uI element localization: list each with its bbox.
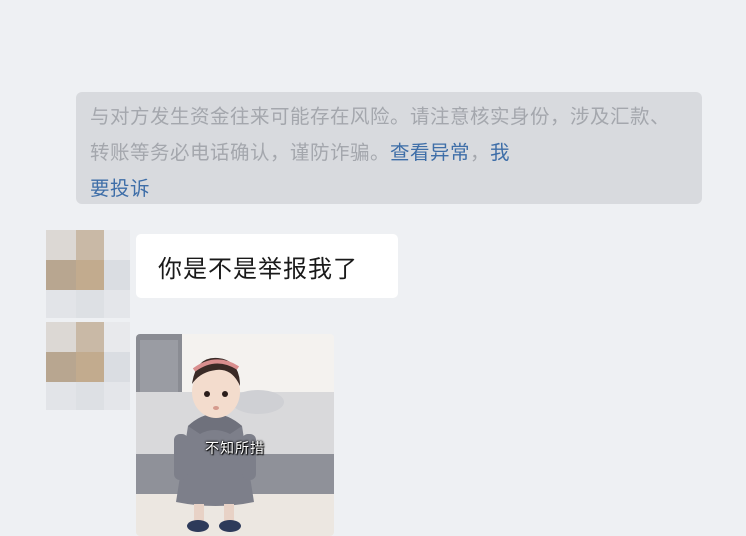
avatar-mosaic-tile (46, 290, 76, 318)
avatar-mosaic-tile (76, 230, 104, 260)
contact-avatar[interactable] (46, 322, 130, 410)
contact-avatar[interactable] (46, 230, 130, 318)
avatar-mosaic-tile (46, 382, 76, 410)
view-abnormal-link[interactable]: 查看异常 (390, 141, 470, 164)
avatar-mosaic-tile (46, 230, 76, 260)
avatar-mosaic-tile (46, 322, 76, 352)
avatar-mosaic-tile (104, 382, 130, 410)
avatar-mosaic-tile (104, 322, 130, 352)
report-link-part2: 要投诉 (90, 177, 151, 200)
avatar-mosaic-tile (46, 260, 76, 290)
security-warning-notice: 与对方发生资金往来可能存在风险。请注意核实身份，涉及汇款、转账等务必电话确认，谨… (76, 92, 702, 204)
avatar-mosaic-tile (104, 260, 130, 290)
avatar-mosaic-tile (76, 260, 104, 290)
avatar-mosaic-tile (76, 352, 104, 382)
avatar-mosaic-tile (76, 382, 104, 410)
toddler-sticker-image (136, 334, 334, 536)
sticker-message[interactable]: 不知所措 (136, 334, 334, 536)
avatar-mosaic-tile (76, 290, 104, 318)
sticker-caption: 不知所措 (205, 441, 265, 457)
avatar-mosaic-tile (104, 352, 130, 382)
avatar-mosaic-tile (104, 290, 130, 318)
notice-separator: ， (470, 141, 491, 164)
message-bubble[interactable]: 你是不是举报我了 (136, 234, 398, 298)
message-text: 你是不是举报我了 (158, 254, 358, 283)
avatar-mosaic-tile (76, 322, 104, 352)
avatar-mosaic-tile (104, 230, 130, 260)
report-link-part1: 我 (490, 141, 511, 164)
security-warning-text: 与对方发生资金往来可能存在风险。请注意核实身份，涉及汇款、转账等务必电话确认，谨… (90, 105, 671, 164)
avatar-mosaic-tile (46, 352, 76, 382)
